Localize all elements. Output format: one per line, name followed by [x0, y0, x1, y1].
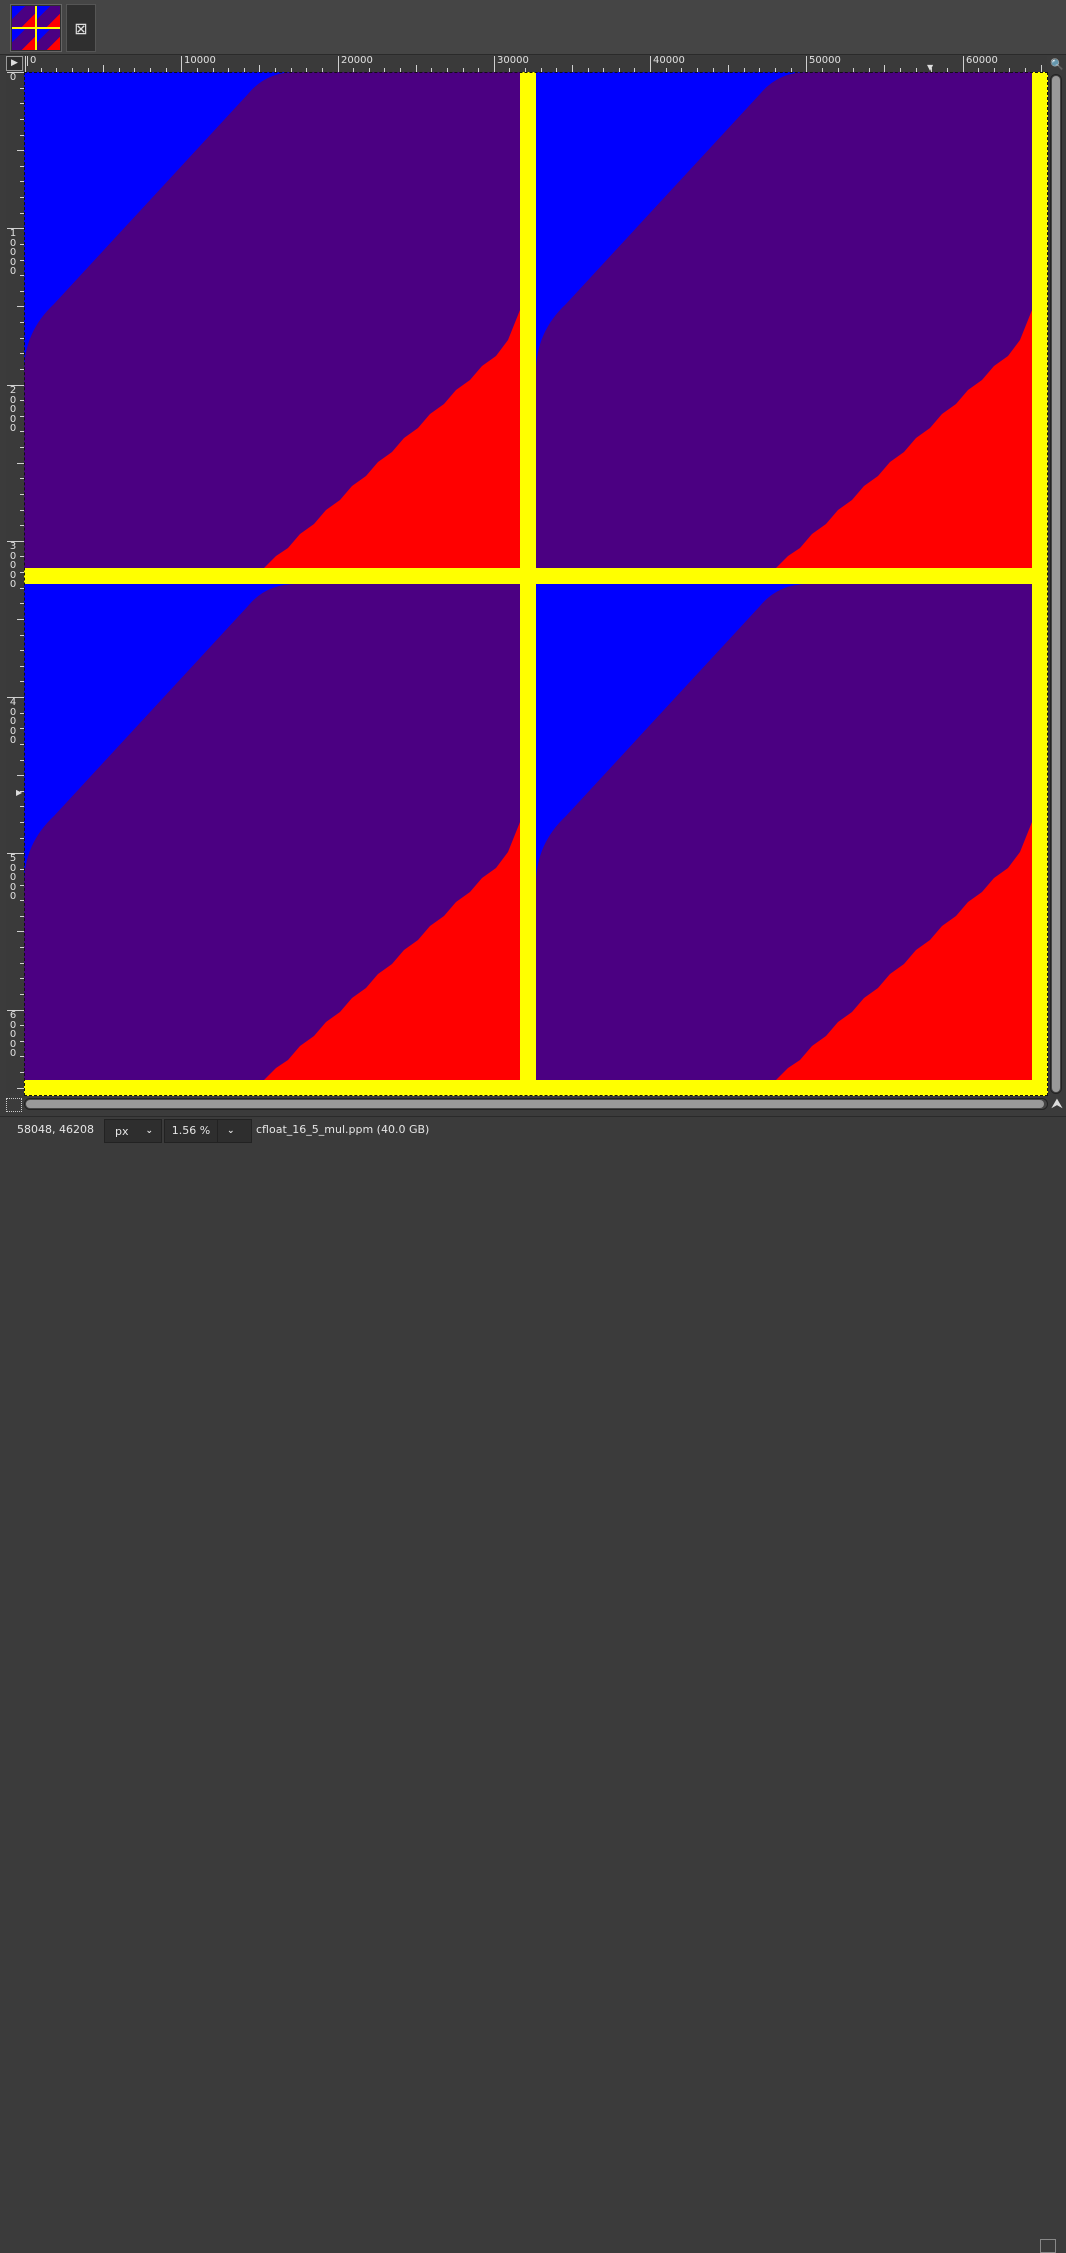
hruler-label-10000: 10000 — [181, 56, 216, 66]
vruler-label-60000: 60000 — [7, 1010, 19, 1059]
hruler-label-20000: 20000 — [338, 56, 373, 66]
image-tab-bar: ⊠ — [0, 0, 1066, 55]
unit-value: px — [115, 1124, 129, 1138]
zoom-value[interactable]: 1.56 % — [165, 1120, 217, 1142]
pointer-coordinates: 58048, 46208 — [17, 1123, 94, 1136]
vruler-label-40000: 40000 — [7, 697, 19, 746]
status-bar: 58048, 46208 px ⌄ 1.56 % ⌄ cfloat_16_5_m… — [0, 1116, 1066, 2253]
horizontal-ruler[interactable]: 0 10000 20000 30000 40000 50000 60000 ▼ — [25, 56, 1047, 72]
close-tab-icon[interactable]: ⊠ — [66, 4, 96, 52]
chevron-down-icon[interactable]: ⌄ — [227, 1120, 235, 1142]
tile-top-left — [24, 72, 520, 568]
hruler-label-60000: 60000 — [963, 56, 998, 66]
horizontal-ruler-ticks — [25, 56, 1042, 72]
vruler-label-10000: 10000 — [7, 228, 19, 277]
image-canvas[interactable] — [24, 72, 1048, 1096]
horizontal-scrollbar[interactable] — [24, 1098, 1048, 1110]
close-glyph: ⊠ — [74, 18, 88, 38]
vruler-label-30000: 30000 — [7, 541, 19, 590]
tile-bottom-right — [536, 584, 1032, 1080]
image-menu-button[interactable]: ▶ — [6, 56, 23, 71]
image-info-label: cfloat_16_5_mul.ppm (40.0 GB) — [256, 1123, 430, 1136]
vruler-label-0: 0 — [7, 72, 19, 83]
navigate-glyph: ⮝ — [1051, 1096, 1063, 1112]
navigation-preview-icon[interactable] — [1040, 2239, 1056, 2253]
hruler-label-50000: 50000 — [806, 56, 841, 66]
tile-top-right — [536, 72, 1032, 568]
zoom-selector[interactable]: 1.56 % ⌄ — [164, 1119, 252, 1143]
magnifier-glyph: 🔍 — [1050, 58, 1064, 71]
vruler-label-50000: 50000 — [7, 853, 19, 902]
chevron-down-icon: ⌄ — [145, 1126, 153, 1136]
zoom-image-icon[interactable]: 🔍 — [1050, 56, 1064, 72]
zoom-separator — [217, 1120, 218, 1142]
vruler-pointer-icon: ▶ — [16, 788, 23, 797]
hruler-label-40000: 40000 — [650, 56, 685, 66]
image-content — [24, 72, 1048, 1096]
vertical-ruler[interactable]: 0 10000 20000 30000 40000 50000 60000 ▶ — [6, 72, 24, 1094]
navigate-icon[interactable]: ⮝ — [1048, 1096, 1066, 1112]
vertical-scrollbar[interactable] — [1050, 74, 1062, 1094]
tile-bottom-left — [24, 584, 520, 1080]
image-tab-thumbnail[interactable] — [10, 4, 62, 52]
unit-selector[interactable]: px ⌄ — [104, 1119, 162, 1143]
quick-mask-toggle-icon[interactable] — [6, 1098, 22, 1112]
vertical-scroll-thumb[interactable] — [1052, 76, 1060, 1092]
vruler-label-20000: 20000 — [7, 385, 19, 434]
horizontal-scroll-thumb[interactable] — [26, 1100, 1044, 1108]
hruler-label-30000: 30000 — [494, 56, 529, 66]
hruler-pointer-icon: ▼ — [927, 63, 934, 72]
menu-arrow-icon: ▶ — [11, 58, 18, 68]
hruler-label-0: 0 — [27, 56, 36, 66]
